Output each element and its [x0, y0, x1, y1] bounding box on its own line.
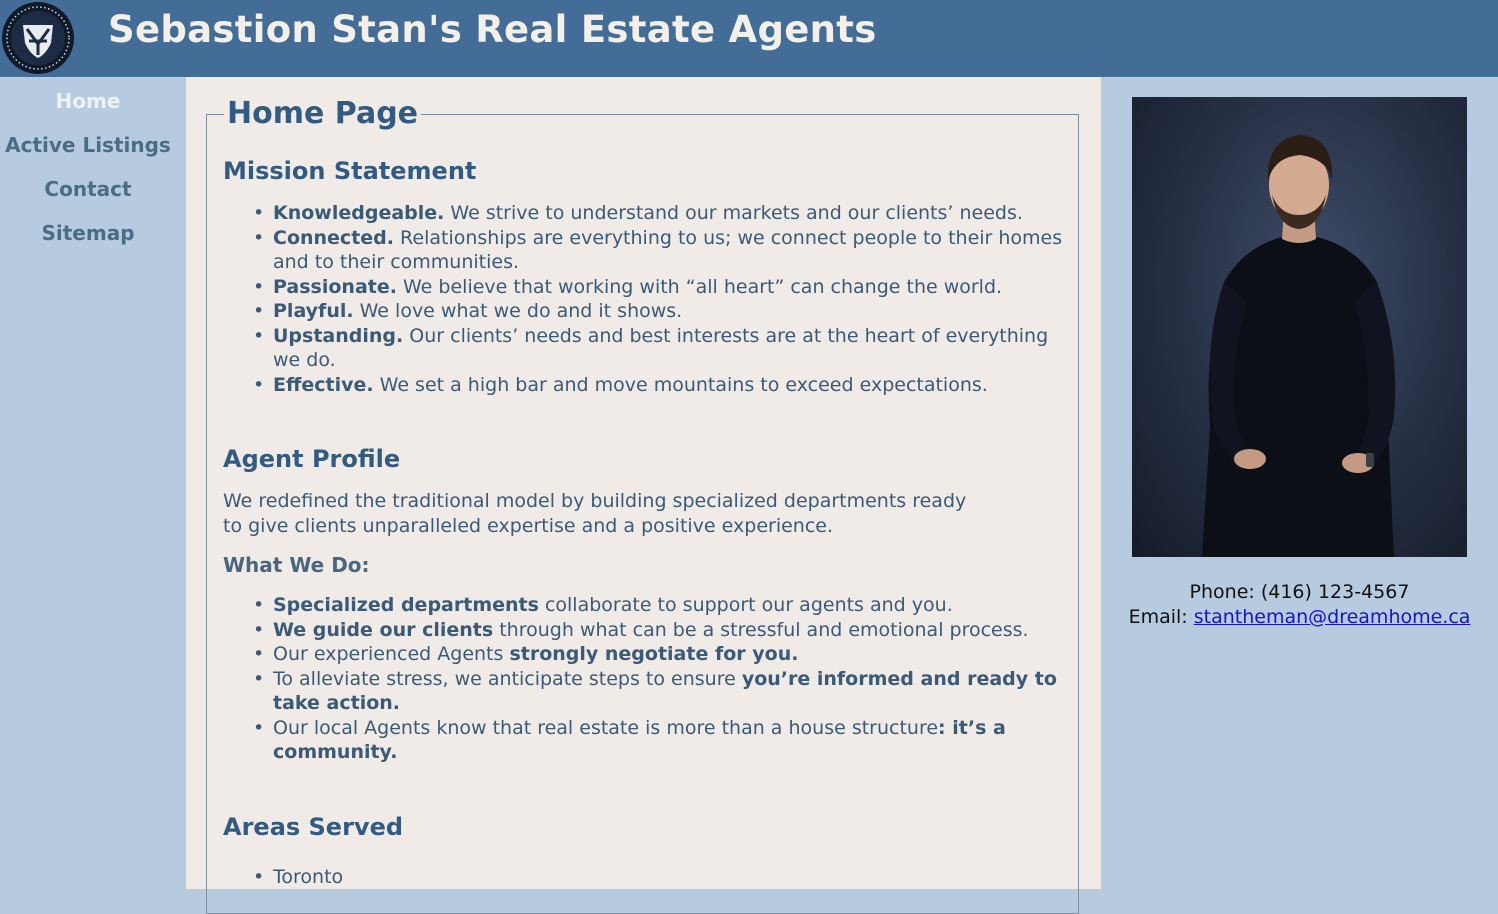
main-content: Home Page Mission Statement Knowledgeabl… [186, 77, 1101, 914]
phone-line: Phone: (416) 123-4567 [1101, 581, 1498, 603]
phone-label: Phone: [1189, 581, 1255, 603]
what-we-do-list: Specialized departments collaborate to s… [253, 593, 1063, 765]
shield-eagle-logo-icon[interactable] [1, 1, 75, 75]
list-item: Connected. Relationships are everything … [253, 226, 1063, 275]
list-item: Toronto [253, 865, 1063, 890]
email-link[interactable]: stantheman@dreamhome.ca [1194, 606, 1471, 628]
site-title: Sebastion Stan's Real Estate Agents [108, 8, 877, 51]
list-item: Upstanding. Our clients’ needs and best … [253, 324, 1063, 373]
mission-list: Knowledgeable. We strive to understand o… [253, 201, 1063, 398]
site-header: Sebastion Stan's Real Estate Agents [0, 0, 1498, 77]
list-item: Specialized departments collaborate to s… [253, 593, 1063, 618]
list-item: Our experienced Agents strongly negotiat… [253, 642, 1063, 667]
nav-item-home[interactable]: Home [0, 89, 176, 113]
mission-heading: Mission Statement [223, 157, 477, 185]
areas-served-heading: Areas Served [223, 813, 404, 841]
agent-profile-text: We redefined the traditional model by bu… [223, 490, 967, 537]
email-line: Email: stantheman@dreamhome.ca [1101, 606, 1498, 628]
list-item: Our local Agents know that real estate i… [253, 716, 1063, 765]
list-item: Knowledgeable. We strive to understand o… [253, 201, 1063, 226]
list-item: Playful. We love what we do and it shows… [253, 299, 1063, 324]
list-item: Passionate. We believe that working with… [253, 275, 1063, 300]
phone-number: (416) 123-4567 [1260, 581, 1410, 603]
email-label: Email: [1128, 606, 1188, 628]
list-item: Effective. We set a high bar and move mo… [253, 373, 1063, 398]
agent-aside: Phone: (416) 123-4567 Email: stantheman@… [1101, 77, 1498, 889]
areas-list: Toronto [253, 865, 1063, 890]
agent-photo [1132, 97, 1467, 557]
list-item: To alleviate stress, we anticipate steps… [253, 667, 1063, 716]
nav-item-contact[interactable]: Contact [0, 177, 176, 201]
sidebar-nav: Home Active Listings Contact Sitemap [0, 77, 186, 889]
person-portrait-icon [1202, 135, 1396, 557]
nav-item-active-listings[interactable]: Active Listings [0, 133, 176, 157]
nav-item-sitemap[interactable]: Sitemap [0, 221, 176, 245]
what-we-do-heading: What We Do: [223, 553, 370, 577]
list-item: We guide our clients through what can be… [253, 618, 1063, 643]
page-title: Home Page [224, 96, 422, 131]
agent-profile-heading: Agent Profile [223, 445, 401, 473]
